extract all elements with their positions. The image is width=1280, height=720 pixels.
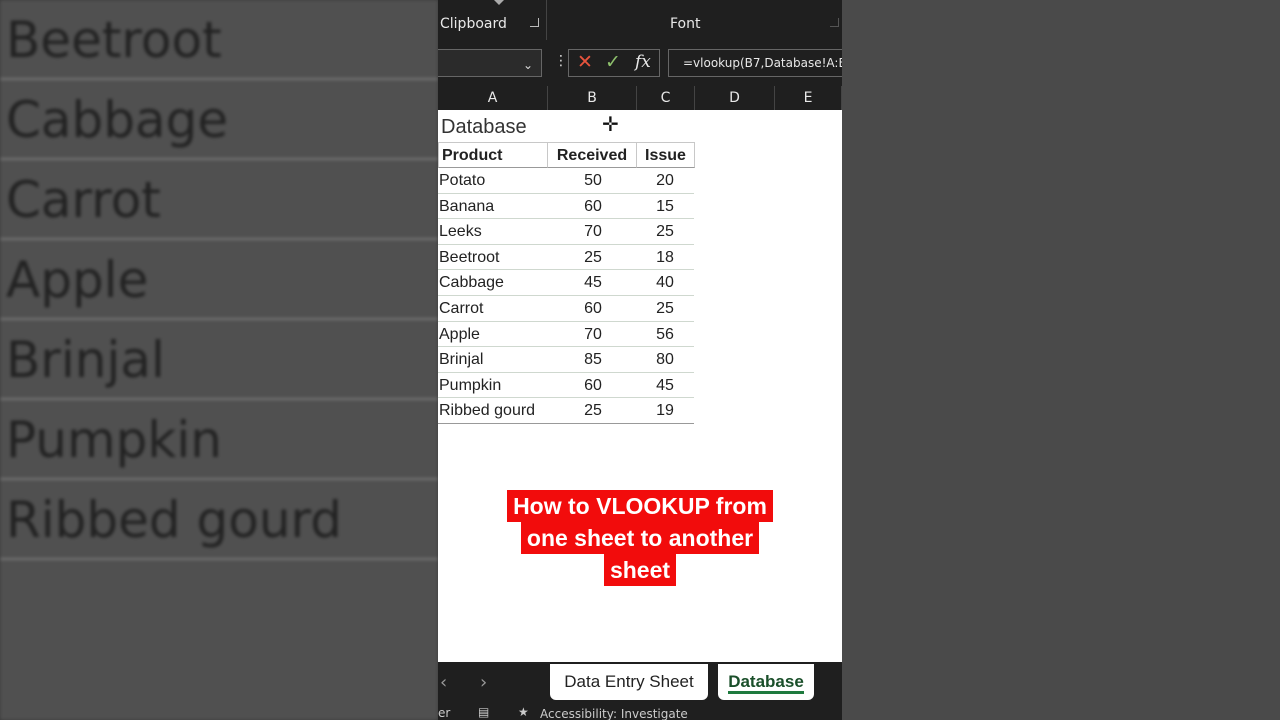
table-row: Cabbage 45 40 — [438, 270, 694, 296]
status-text: er — [438, 706, 451, 720]
product-cell[interactable]: Pumpkin — [439, 377, 501, 395]
received-cell[interactable]: 25 — [548, 249, 638, 267]
caption-line: one sheet to another — [520, 522, 760, 554]
launcher-icon[interactable] — [830, 18, 839, 27]
sheet-tabs-bar: ‹ › Data Entry Sheet Database — [438, 662, 842, 704]
table-row: Brinjal 85 80 — [438, 347, 694, 373]
table-row: Pumpkin 60 45 — [438, 373, 694, 399]
issue-cell[interactable]: 18 — [636, 249, 694, 267]
received-cell[interactable]: 60 — [548, 377, 638, 395]
fx-icon[interactable]: fx — [635, 52, 651, 72]
received-cell[interactable]: 25 — [548, 402, 638, 420]
product-cell[interactable]: Beetroot — [439, 249, 499, 267]
received-cell[interactable]: 85 — [548, 351, 638, 369]
bg-list-item: Cabbage — [0, 80, 438, 160]
ribbon-separator — [546, 0, 547, 40]
table-row: Beetroot 25 18 — [438, 245, 694, 271]
received-cell[interactable]: 70 — [548, 326, 638, 344]
table-row: Leeks 70 25 — [438, 219, 694, 245]
issue-cell[interactable]: 15 — [636, 198, 694, 216]
chevron-down-icon[interactable]: ⌄ — [523, 58, 533, 72]
received-cell[interactable]: 60 — [548, 198, 638, 216]
bg-list-item: Pumpkin — [0, 400, 438, 480]
issue-cell[interactable]: 20 — [636, 172, 694, 190]
column-header-e[interactable]: E — [775, 86, 842, 110]
active-tab-underline — [728, 691, 804, 694]
accessibility-status[interactable]: Accessibility: Investigate — [540, 707, 688, 720]
bg-list-item: Apple — [0, 240, 438, 320]
issue-cell[interactable]: 40 — [636, 274, 694, 292]
received-cell[interactable]: 45 — [548, 274, 638, 292]
ribbon-group-clipboard[interactable]: Clipboard — [440, 16, 507, 32]
product-cell[interactable]: Potato — [439, 172, 485, 190]
product-cell[interactable]: Apple — [439, 326, 480, 344]
product-cell[interactable]: Cabbage — [439, 274, 504, 292]
product-cell[interactable]: Banana — [439, 198, 494, 216]
cancel-x-icon[interactable]: ✕ — [577, 51, 593, 73]
tab-data-entry-sheet[interactable]: Data Entry Sheet — [550, 664, 708, 700]
product-cell[interactable]: Carrot — [439, 300, 483, 318]
received-cell[interactable]: 60 — [548, 300, 638, 318]
chevron-down-icon — [494, 0, 504, 5]
ribbon-group-font[interactable]: Font — [670, 16, 700, 32]
formula-buttons: ✕ ✓ fx — [568, 49, 660, 77]
chevron-left-icon[interactable]: ‹ — [440, 672, 447, 693]
table-row: Potato 50 20 — [438, 168, 694, 194]
ribbon: Clipboard Font — [438, 0, 842, 44]
header-cell-product[interactable]: Product — [438, 142, 548, 168]
column-header-d[interactable]: D — [695, 86, 775, 110]
blurred-background-list: Beetroot Cabbage Carrot Apple Brinjal Pu… — [0, 0, 438, 720]
sheet-title[interactable]: Database — [441, 116, 527, 139]
issue-cell[interactable]: 25 — [636, 300, 694, 318]
issue-cell[interactable]: 80 — [636, 351, 694, 369]
table-row: Ribbed gourd 25 19 — [438, 398, 694, 424]
more-options-icon[interactable]: ⋮ — [554, 53, 568, 69]
tab-database[interactable]: Database — [718, 664, 814, 700]
bg-list-item: Ribbed gourd — [0, 480, 438, 560]
bg-list-item: Beetroot — [0, 0, 438, 80]
product-cell[interactable]: Brinjal — [439, 351, 483, 369]
cursor-cross-icon: ✛ — [602, 114, 619, 136]
bg-list-item: Carrot — [0, 160, 438, 240]
excel-window: Clipboard Font ⌄ ⋮ ✕ ✓ fx =vlookup(B7,Da… — [438, 0, 842, 720]
accessibility-icon[interactable]: ★ — [518, 705, 529, 719]
product-cell[interactable]: Ribbed gourd — [439, 402, 535, 420]
chevron-right-icon[interactable]: › — [480, 672, 487, 693]
formula-bar: ⌄ ⋮ ✕ ✓ fx =vlookup(B7,Database!A:B — [438, 44, 842, 86]
launcher-icon[interactable] — [530, 18, 539, 27]
issue-cell[interactable]: 19 — [636, 402, 694, 420]
name-box[interactable]: ⌄ — [438, 49, 542, 77]
table-row: Carrot 60 25 — [438, 296, 694, 322]
bg-list-item: Brinjal — [0, 320, 438, 400]
issue-cell[interactable]: 25 — [636, 223, 694, 241]
received-cell[interactable]: 70 — [548, 223, 638, 241]
enter-check-icon[interactable]: ✓ — [605, 51, 621, 73]
issue-cell[interactable]: 45 — [636, 377, 694, 395]
column-header-a[interactable]: A — [438, 86, 548, 110]
table-row: Banana 60 15 — [438, 194, 694, 220]
formula-input[interactable]: =vlookup(B7,Database!A:B — [668, 49, 842, 77]
status-bar: er ▤ ★ Accessibility: Investigate — [438, 704, 842, 720]
header-cell-issue[interactable]: Issue — [636, 142, 695, 168]
issue-cell[interactable]: 56 — [636, 326, 694, 344]
caption-line: How to VLOOKUP from — [507, 490, 773, 522]
tab-database-label: Database — [728, 672, 804, 691]
background-right — [842, 0, 1280, 720]
page-view-icon[interactable]: ▤ — [478, 705, 489, 719]
column-header-b[interactable]: B — [548, 86, 637, 110]
column-header-c[interactable]: C — [637, 86, 695, 110]
video-caption: How to VLOOKUP from one sheet to another… — [438, 490, 842, 586]
column-headers: A B C D E — [438, 86, 842, 110]
product-cell[interactable]: Leeks — [439, 223, 482, 241]
table-row: Apple 70 56 — [438, 322, 694, 348]
header-cell-received[interactable]: Received — [547, 142, 637, 168]
caption-line: sheet — [603, 554, 677, 586]
received-cell[interactable]: 50 — [548, 172, 638, 190]
